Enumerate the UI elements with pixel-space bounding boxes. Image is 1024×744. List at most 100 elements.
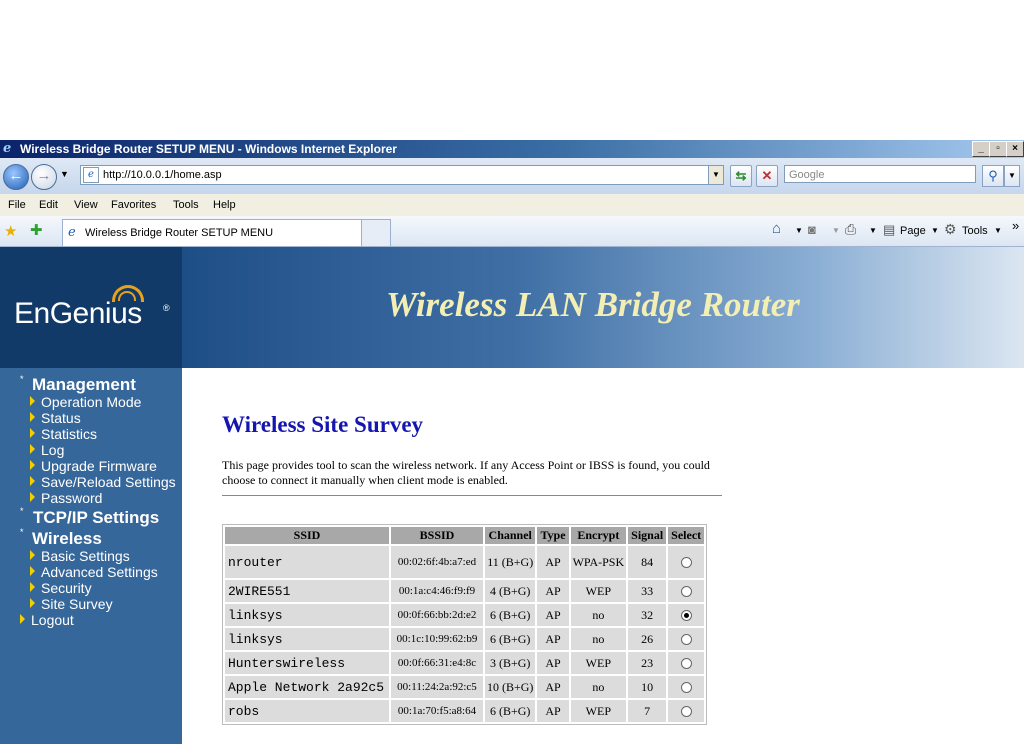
table-row: nrouter 00:02:6f:4b:a7:ed 11 (B+G) AP WPA-PS… (225, 546, 705, 578)
sidebar-item-operation-mode[interactable]: Operation Mode (41, 394, 141, 410)
col-header-encrypt: Encrypt (570, 527, 627, 544)
sidebar-item-basic-settings[interactable]: Basic Settings (41, 548, 130, 564)
cell-type: AP (537, 580, 569, 602)
cell-bssid: 00:0f:66:31:e4:8c (391, 652, 483, 674)
refresh-button[interactable]: ⇆ (730, 165, 752, 187)
cell-bssid: 00:1a:70:f5:a8:64 (391, 700, 483, 722)
site-survey-table: SSID BSSID Channel Type Encrypt Signal S… (222, 524, 708, 725)
bullet-arrow-icon (30, 428, 35, 438)
new-tab-button[interactable] (361, 219, 391, 246)
address-dropdown-icon[interactable]: ▼ (708, 166, 723, 184)
sidebar-item-security[interactable]: Security (41, 580, 92, 596)
select-radio[interactable] (680, 557, 692, 569)
menu-bar: File Edit View Favorites Tools Help (0, 194, 1024, 217)
add-favorite-icon[interactable]: ✚ (30, 221, 43, 239)
search-options-dropdown-icon[interactable]: ▼ (1004, 165, 1020, 187)
bullet-arrow-icon (30, 566, 35, 576)
search-input[interactable]: Google (784, 165, 976, 183)
select-radio[interactable] (680, 586, 692, 598)
bullet-star-icon: * (20, 527, 24, 537)
cell-ssid: Hunterswireless (225, 652, 389, 674)
cell-encrypt: WEP (570, 700, 627, 722)
print-icon[interactable]: ⎙ (845, 220, 856, 238)
cell-ssid: robs (225, 700, 389, 722)
sidebar-section-management[interactable]: Management (32, 375, 136, 395)
col-header-bssid: BSSID (391, 527, 483, 544)
cell-ssid: nrouter (225, 546, 389, 578)
sidebar-section-wireless[interactable]: Wireless (32, 529, 102, 549)
divider (222, 495, 722, 496)
select-radio[interactable] (680, 682, 692, 694)
sidebar-item-statistics[interactable]: Statistics (41, 426, 97, 442)
cell-channel: 11 (B+G) (485, 546, 536, 578)
favorites-star-icon[interactable]: ★ (4, 222, 17, 240)
table-row: 2WIRE551 00:1a:c4:46:f9:f9 4 (B+G) AP WEP 33 (225, 580, 705, 602)
select-radio[interactable] (680, 610, 692, 622)
bullet-arrow-icon (30, 444, 35, 454)
cell-signal: 26 (628, 628, 667, 650)
banner-title: Wireless LAN Bridge Router (386, 285, 800, 324)
cell-bssid: 00:0f:66:bb:2d:e2 (391, 604, 483, 626)
sidebar-item-log[interactable]: Log (41, 442, 64, 458)
menu-favorites[interactable]: Favorites (111, 194, 156, 216)
sidebar-item-status[interactable]: Status (41, 410, 81, 426)
tools-menu-button[interactable]: Tools (962, 222, 988, 240)
cell-signal: 23 (628, 652, 667, 674)
menu-edit[interactable]: Edit (39, 194, 58, 216)
col-header-type: Type (537, 527, 569, 544)
select-radio[interactable] (680, 658, 692, 670)
address-text[interactable]: http://10.0.0.1/home.asp (103, 166, 222, 184)
print-dropdown-icon[interactable]: ▼ (869, 222, 877, 240)
cell-bssid: 00:1a:c4:46:f9:f9 (391, 580, 483, 602)
bullet-star-icon: * (20, 374, 24, 384)
bullet-arrow-icon (30, 492, 35, 502)
col-header-ssid: SSID (225, 527, 389, 544)
cell-signal: 32 (628, 604, 667, 626)
bullet-arrow-icon (30, 412, 35, 422)
sidebar-item-site-survey[interactable]: Site Survey (41, 596, 113, 612)
menu-view[interactable]: View (74, 194, 98, 216)
close-button[interactable]: × (1006, 141, 1024, 157)
feeds-icon[interactable]: ◙ (808, 221, 816, 239)
select-radio[interactable] (680, 634, 692, 646)
sidebar-item-save-reload[interactable]: Save/Reload Settings (41, 474, 176, 490)
sidebar-item-upgrade-firmware[interactable]: Upgrade Firmware (41, 458, 157, 474)
history-dropdown-icon[interactable]: ▼ (60, 169, 69, 179)
cell-signal: 10 (628, 676, 667, 698)
search-icon[interactable]: ⚲ (982, 165, 1004, 187)
cell-ssid: linksys (225, 604, 389, 626)
cell-encrypt: no (570, 628, 627, 650)
feeds-dropdown-icon[interactable]: ▼ (832, 222, 840, 240)
stop-button[interactable]: ✕ (756, 165, 778, 187)
tab-active[interactable]: e Wireless Bridge Router SETUP MENU (62, 219, 362, 246)
tab-bar: ★ ✚ e Wireless Bridge Router SETUP MENU … (0, 216, 1024, 247)
menu-file[interactable]: File (8, 194, 26, 216)
menu-help[interactable]: Help (213, 194, 236, 216)
tools-dropdown-icon[interactable]: ▼ (994, 222, 1002, 240)
sidebar-section-tcpip[interactable]: TCP/IP Settings (33, 508, 159, 528)
restore-button[interactable]: ▫ (989, 141, 1007, 157)
minimize-button[interactable]: _ (972, 141, 990, 157)
page-dropdown-icon[interactable]: ▼ (931, 222, 939, 240)
cell-select (668, 628, 705, 650)
page-menu-button[interactable]: Page (900, 222, 926, 240)
address-input[interactable]: e http://10.0.0.1/home.asp ▼ (80, 165, 724, 185)
home-icon[interactable]: ⌂ (772, 220, 781, 238)
toolbar-overflow-icon[interactable]: » (1012, 217, 1019, 235)
cell-type: AP (537, 652, 569, 674)
back-button[interactable]: ← (3, 164, 29, 190)
forward-button[interactable]: → (31, 164, 57, 190)
sidebar-item-logout[interactable]: Logout (31, 612, 74, 628)
address-toolbar: ← → ▼ e http://10.0.0.1/home.asp ▼ ⇆ ✕ G… (0, 158, 1024, 194)
select-radio[interactable] (680, 706, 692, 718)
sidebar-item-password[interactable]: Password (41, 490, 102, 506)
blank-desktop-area (0, 0, 1024, 140)
cell-encrypt: no (570, 676, 627, 698)
sidebar-item-advanced-settings[interactable]: Advanced Settings (41, 564, 158, 580)
home-dropdown-icon[interactable]: ▼ (795, 222, 803, 240)
cell-type: AP (537, 604, 569, 626)
table-header-row: SSID BSSID Channel Type Encrypt Signal S… (225, 527, 705, 544)
cell-select (668, 604, 705, 626)
menu-tools[interactable]: Tools (173, 194, 199, 216)
table-row: linksys 00:1c:10:99:62:b9 6 (B+G) AP no 26 (225, 628, 705, 650)
